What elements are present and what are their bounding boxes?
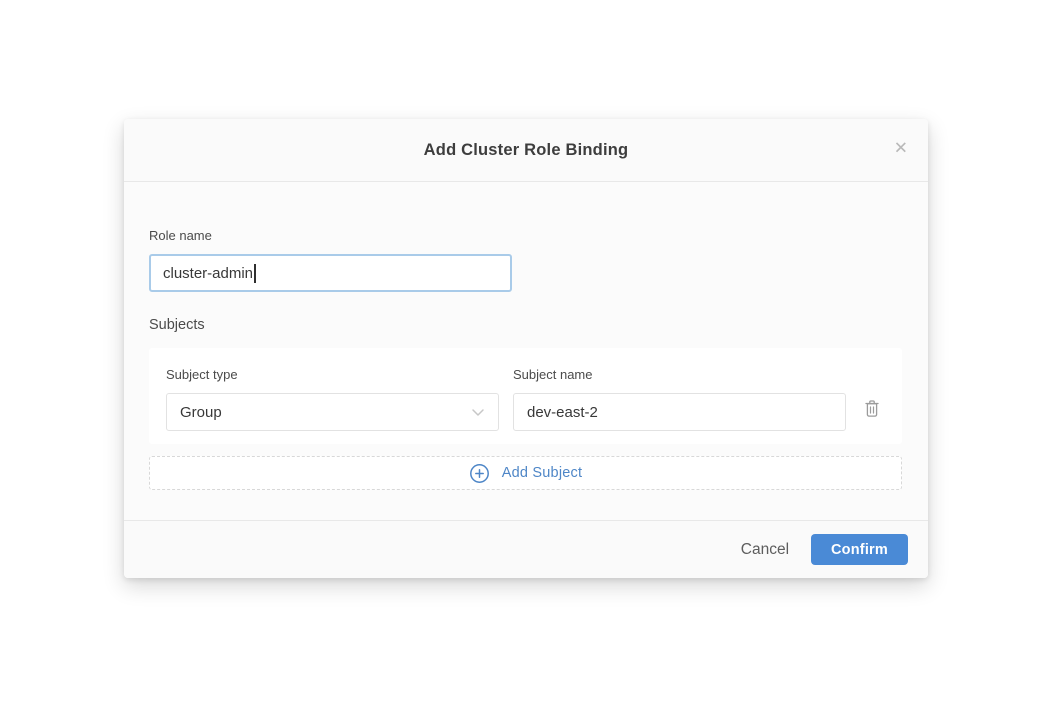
subject-name-label: Subject name <box>513 367 846 382</box>
subject-row: Subject type Group Subject name dev-east… <box>149 348 902 444</box>
chevron-down-icon <box>471 408 485 417</box>
add-subject-button[interactable]: Add Subject <box>149 456 902 490</box>
subject-type-label: Subject type <box>166 367 499 382</box>
subject-type-select[interactable]: Group <box>166 393 499 431</box>
text-caret <box>254 264 256 283</box>
cancel-button[interactable]: Cancel <box>731 535 799 565</box>
subjects-section-label: Subjects <box>149 317 904 333</box>
modal-title: Add Cluster Role Binding <box>424 141 629 160</box>
role-name-label: Role name <box>149 228 904 243</box>
modal-body: Role name cluster-admin Subjects Subject… <box>124 182 928 520</box>
add-cluster-role-binding-modal: Add Cluster Role Binding ✕ Role name clu… <box>124 119 928 578</box>
modal-footer: Cancel Confirm <box>124 520 928 578</box>
subject-name-input[interactable]: dev-east-2 <box>513 393 846 431</box>
confirm-button[interactable]: Confirm <box>811 534 908 565</box>
close-icon[interactable]: ✕ <box>890 136 912 161</box>
delete-subject-button[interactable] <box>862 397 882 423</box>
trash-icon <box>864 399 880 421</box>
plus-circle-icon <box>469 463 490 484</box>
subject-name-column: Subject name dev-east-2 <box>513 367 846 431</box>
add-subject-label: Add Subject <box>502 465 582 481</box>
subject-type-value: Group <box>180 404 222 421</box>
modal-header: Add Cluster Role Binding ✕ <box>124 119 928 182</box>
role-name-input[interactable]: cluster-admin <box>149 254 512 292</box>
subject-name-value: dev-east-2 <box>527 404 598 421</box>
subject-type-column: Subject type Group <box>166 367 499 431</box>
role-name-value: cluster-admin <box>163 265 253 282</box>
